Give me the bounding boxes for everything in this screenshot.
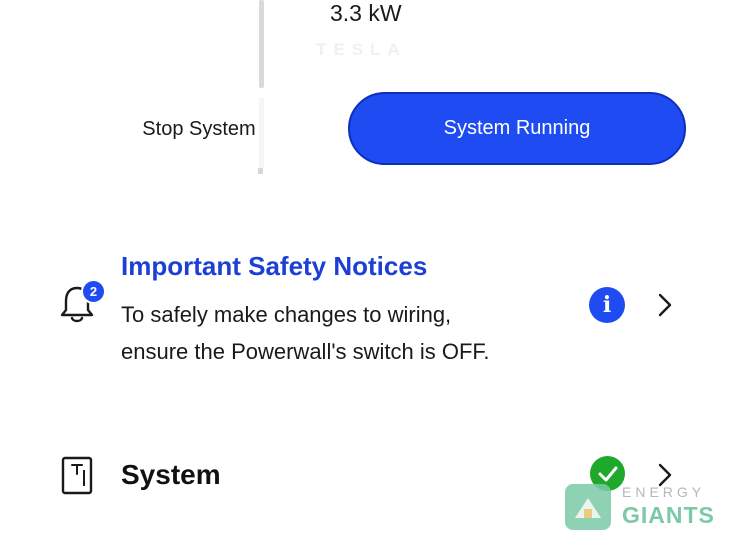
- divider-dot: [258, 168, 263, 174]
- system-running-button[interactable]: System Running: [348, 92, 686, 165]
- watermark-logo-icon: [565, 484, 611, 530]
- info-icon[interactable]: i: [589, 287, 625, 323]
- watermark-text: ENERGY: [622, 484, 706, 500]
- divider-line: [259, 0, 264, 88]
- notice-line: ensure the Powerwall's switch is OFF.: [121, 339, 490, 364]
- brand-watermark: TESLA: [316, 40, 407, 59]
- safety-notice-body: To safely make changes to wiring, ensure…: [121, 296, 581, 370]
- watermark-text: GIANTS: [622, 502, 715, 528]
- device-icon: [60, 456, 94, 496]
- notification-badge: 2: [81, 279, 106, 304]
- power-reading: 3.3 kW: [330, 0, 402, 26]
- system-label[interactable]: System: [121, 459, 221, 491]
- chevron-right-icon[interactable]: [658, 293, 672, 317]
- safety-notice-title[interactable]: Important Safety Notices: [121, 251, 427, 282]
- notice-line: To safely make changes to wiring,: [121, 302, 452, 327]
- stop-system-button[interactable]: Stop System: [120, 104, 278, 154]
